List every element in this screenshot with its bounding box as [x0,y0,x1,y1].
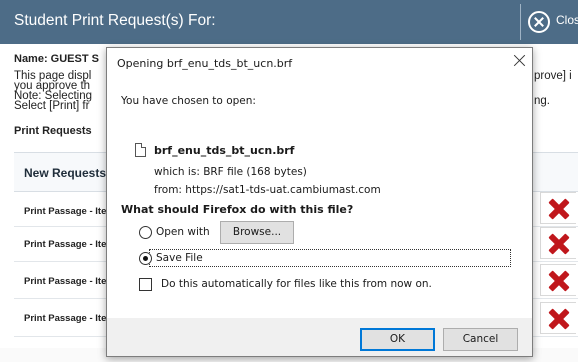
print-requests-heading: Print Requests [14,125,92,137]
delete-request-button[interactable] [540,227,576,259]
save-file-radio[interactable] [139,252,152,265]
table-row-label: Print Passage - Ite [24,313,107,324]
browse-button[interactable]: Browse... [220,221,294,244]
close-circle-icon [528,11,550,33]
table-row-label: Print Passage - Ite [24,206,107,217]
open-with-label[interactable]: Open with [156,226,210,238]
delete-x-icon [549,309,569,329]
delete-request-button[interactable] [540,302,576,334]
table-row-label: Print Passage - Ite [24,239,107,250]
delete-request-button[interactable] [540,192,576,224]
header-divider [520,4,521,40]
close-button[interactable]: Close [526,8,578,36]
save-file-focus-outline [149,249,511,267]
firefox-action-question: What should Firefox do with this file? [121,203,354,216]
new-requests-column-header: New Requests [24,166,107,180]
delete-x-icon [549,199,569,219]
download-dialog: Opening brf_enu_tds_bt_ucn.brf You have … [106,47,533,357]
file-icon [135,143,146,157]
student-name-label: Name: GUEST S [14,53,99,65]
close-label: Close [556,13,578,27]
ok-button[interactable]: OK [360,328,435,351]
page-title: Student Print Request(s) For: [14,12,216,29]
file-name: brf_enu_tds_bt_ucn.brf [154,144,295,157]
open-with-radio[interactable] [139,226,152,239]
table-row-label: Print Passage - Ite [24,276,107,287]
description-line-3-end: ng. [534,95,550,107]
delete-x-icon [549,271,569,291]
dialog-title: Opening brf_enu_tds_bt_ucn.brf [117,57,293,70]
delete-x-icon [549,234,569,254]
auto-action-label[interactable]: Do this automatically for files like thi… [161,278,432,290]
dialog-close-icon[interactable] [512,53,528,69]
cancel-button[interactable]: Cancel [443,328,518,351]
page-header: Student Print Request(s) For: Close [0,0,578,44]
auto-action-checkbox[interactable] [139,278,152,291]
file-source-info: from: https://sat1-tds-uat.cambiumast.co… [154,184,381,196]
file-type-info: which is: BRF file (168 bytes) [154,166,307,178]
delete-request-button[interactable] [540,264,576,296]
chosen-to-open-label: You have chosen to open: [121,95,256,107]
description-line-1-end: prove] i [534,70,572,82]
save-file-label[interactable]: Save File [156,252,203,264]
description-line-4: Select [Print] fr [14,100,90,112]
